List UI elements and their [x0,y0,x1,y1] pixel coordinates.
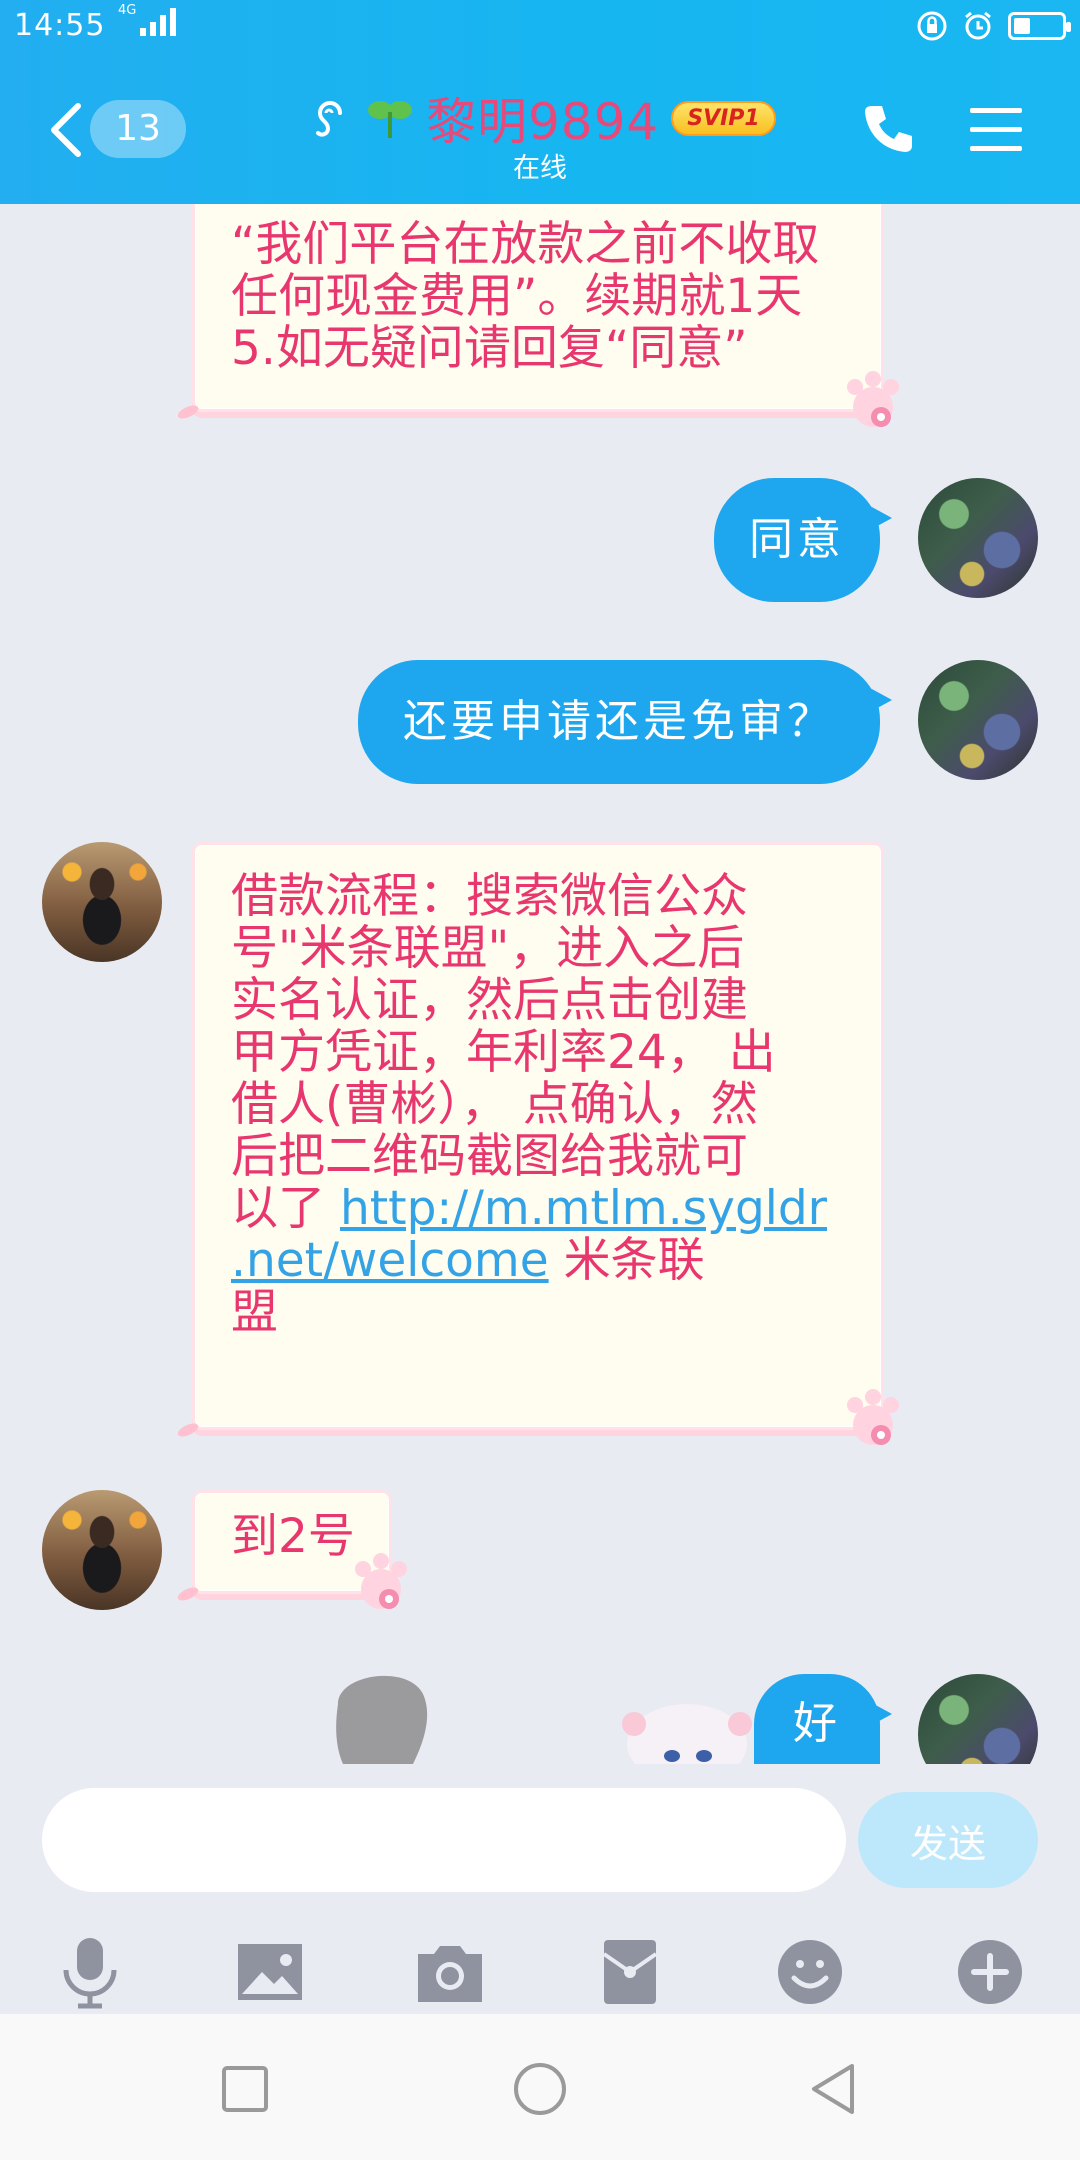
message-text-line: 号"米条联盟"，进入之后 [231,921,745,976]
message-text: 以了 [231,1181,340,1236]
status-bar: 14:55 4G [0,0,1080,56]
message-link[interactable]: http://m.mtlm.sygldr [340,1181,827,1236]
message-input[interactable] [42,1788,846,1892]
contact-name: 黎明9894 [426,93,660,151]
red-packet-icon[interactable] [590,1932,670,2012]
sprout-icon [368,101,412,138]
my-avatar[interactable] [918,1674,1038,1764]
paw-decoration-icon [355,1553,407,1609]
phone-call-button[interactable] [858,100,918,160]
contact-avatar[interactable] [42,842,162,962]
recent-apps-button[interactable] [210,2054,280,2124]
system-nav-bar [0,2014,1080,2160]
message-bubble[interactable]: 同意 [714,478,892,602]
contact-avatar[interactable] [42,1490,162,1610]
message-text-line: 借人(曹彬）， 点确认，然 [231,1077,758,1132]
back-button[interactable] [46,100,86,160]
ear-icon [316,101,342,137]
battery-icon [1008,12,1071,40]
image-icon[interactable] [230,1932,310,2012]
back-nav-button[interactable] [800,2054,870,2124]
camera-icon[interactable] [410,1932,490,2012]
message-bubble[interactable]: 到2号 [175,1490,407,1609]
input-area: 发送 [0,1764,1080,2014]
chat-header: 14:55 4G 13 黎明9894 SVIP1 在线 [0,0,1080,204]
message-text: 到2号 [231,1509,355,1564]
message-text-line: 任何现金费用”。续期就1天 [231,269,803,324]
message-bubble[interactable]: 借款流程：搜索微信公众 号"米条联盟"，进入之后 实名认证，然后点击创建 甲方凭… [175,842,899,1445]
message-text-line: 实名认证，然后点击创建 [231,973,748,1028]
send-button[interactable]: 发送 [858,1792,1038,1888]
network-type: 4G [118,3,137,18]
online-status: 在线 [513,153,567,184]
message-text-line: 盟 [231,1285,278,1340]
home-button[interactable] [505,2054,575,2124]
anime-girl-art [622,1704,752,1764]
lock-rotation-icon [917,11,947,41]
contact-title[interactable]: 黎明9894 SVIP1 在线 [300,82,800,192]
signal-indicator: 4G [118,3,177,36]
message-bubble[interactable]: “我们平台在放款之前不收取 任何现金费用”。续期就1天 5.如无疑问请回复“同意… [175,204,899,427]
my-avatar[interactable] [918,478,1038,598]
plus-icon[interactable] [950,1932,1030,2012]
alarm-icon [965,11,991,40]
my-avatar[interactable] [918,660,1038,780]
chat-message-list[interactable]: “我们平台在放款之前不收取 任何现金费用”。续期就1天 5.如无疑问请回复“同意… [0,204,1080,1764]
message-bubble[interactable]: 还要申请还是免审？ [358,660,892,784]
status-time: 14:55 [14,8,106,43]
message-text: 同意 [749,514,845,565]
message-text-line: 甲方凭证，年利率24， 出 [231,1025,776,1080]
message-text-line: 后把二维码截图给我就可 [231,1129,748,1184]
message-text-line: 5.如无疑问请回复“同意” [231,321,748,376]
paw-decoration-icon [847,371,899,427]
signal-icon [140,6,177,36]
message-text: 好 [793,1698,841,1749]
paw-decoration-icon [847,1389,899,1445]
svip-badge: SVIP1 [671,100,776,136]
emoji-icon[interactable] [770,1932,850,2012]
menu-button[interactable] [966,100,1026,160]
message-bubble[interactable]: 好 [754,1674,892,1764]
unread-count-badge[interactable]: 13 [90,100,186,158]
message-link-continued[interactable]: .net/welcome [231,1233,549,1288]
microphone-icon[interactable] [50,1932,130,2012]
message-text-line: “我们平台在放款之前不收取 [231,217,820,272]
silhouette-figure-art [336,1675,428,1764]
message-text: 米条联 [548,1233,705,1288]
message-text: 还要申请还是免审？ [403,696,835,747]
message-text-line: 借款流程：搜索微信公众 [231,869,748,924]
